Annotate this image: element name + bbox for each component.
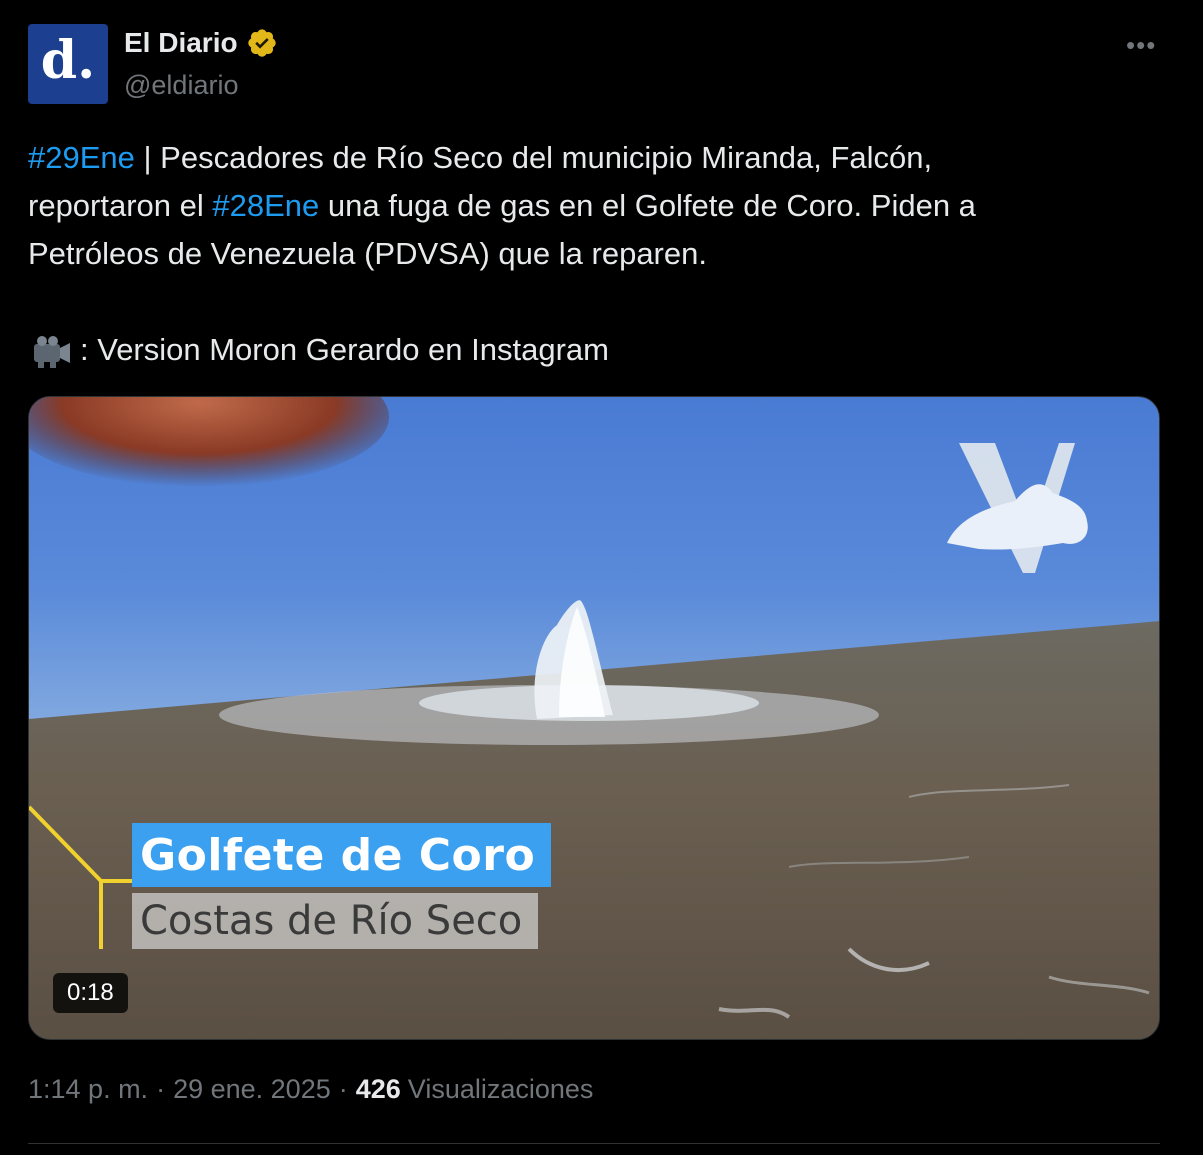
video-overlay-subtitle: Costas de Río Seco [132,893,539,949]
video-overlay-title-text: Golfete de Coro [140,829,536,881]
video-camera-icon [34,336,70,368]
tweet-text-segment: reportaron el [28,188,213,223]
tweet: d. El Diario @eldiario ••• #29Ene | Pesc… [0,0,1203,1155]
tweet-text-segment: Petróleos de Venezuela (PDVSA) que la re… [28,236,707,271]
author-handle[interactable]: @eldiario [124,70,238,101]
video-duration-badge: 0:18 [53,973,128,1013]
hashtag-link[interactable]: #28Ene [212,188,319,223]
tweet-text-line: reportaron el #28Ene una fuga de gas en … [28,182,1168,230]
credit-line: : Version Moron Gerardo en Instagram [28,326,609,374]
avatar-logo-letter: d. [40,30,96,91]
views-count[interactable]: 426 [356,1074,401,1105]
video-overlay-subtitle-text: Costas de Río Seco [140,898,523,944]
author-name-row: El Diario [124,27,278,59]
avatar[interactable]: d. [28,24,108,104]
video-overlay-title: Golfete de Coro [132,823,552,887]
tweet-date[interactable]: 29 ene. 2025 [173,1074,331,1105]
tweet-text-line: #29Ene | Pescadores de Río Seco del muni… [28,134,1168,182]
tweet-text: #29Ene | Pescadores de Río Seco del muni… [28,134,1168,278]
tweet-time[interactable]: 1:14 p. m. [28,1074,148,1105]
tweet-text-line: Petróleos de Venezuela (PDVSA) que la re… [28,230,1168,278]
views-label[interactable]: Visualizaciones [408,1074,594,1105]
tweet-meta: 1:14 p. m. · 29 ene. 2025 · 426 Visualiz… [28,1074,593,1105]
meta-separator: · [156,1074,166,1104]
tweet-text-segment: una fuga de gas en el Golfete de Coro. P… [319,188,976,223]
author-display-name[interactable]: El Diario [124,27,238,59]
more-options-button[interactable]: ••• [1126,30,1156,61]
channel-logo-watermark [947,443,1088,573]
verified-badge-icon[interactable] [246,27,278,59]
tweet-text-segment: | Pescadores de Río Seco del municipio M… [134,140,933,175]
credit-text: : Version Moron Gerardo en Instagram [80,332,609,367]
meta-separator: · [338,1074,348,1104]
video-player[interactable]: Golfete de Coro Costas de Río Seco 0:18 [28,396,1160,1040]
divider [28,1143,1160,1144]
hashtag-link[interactable]: #29Ene [28,140,135,175]
